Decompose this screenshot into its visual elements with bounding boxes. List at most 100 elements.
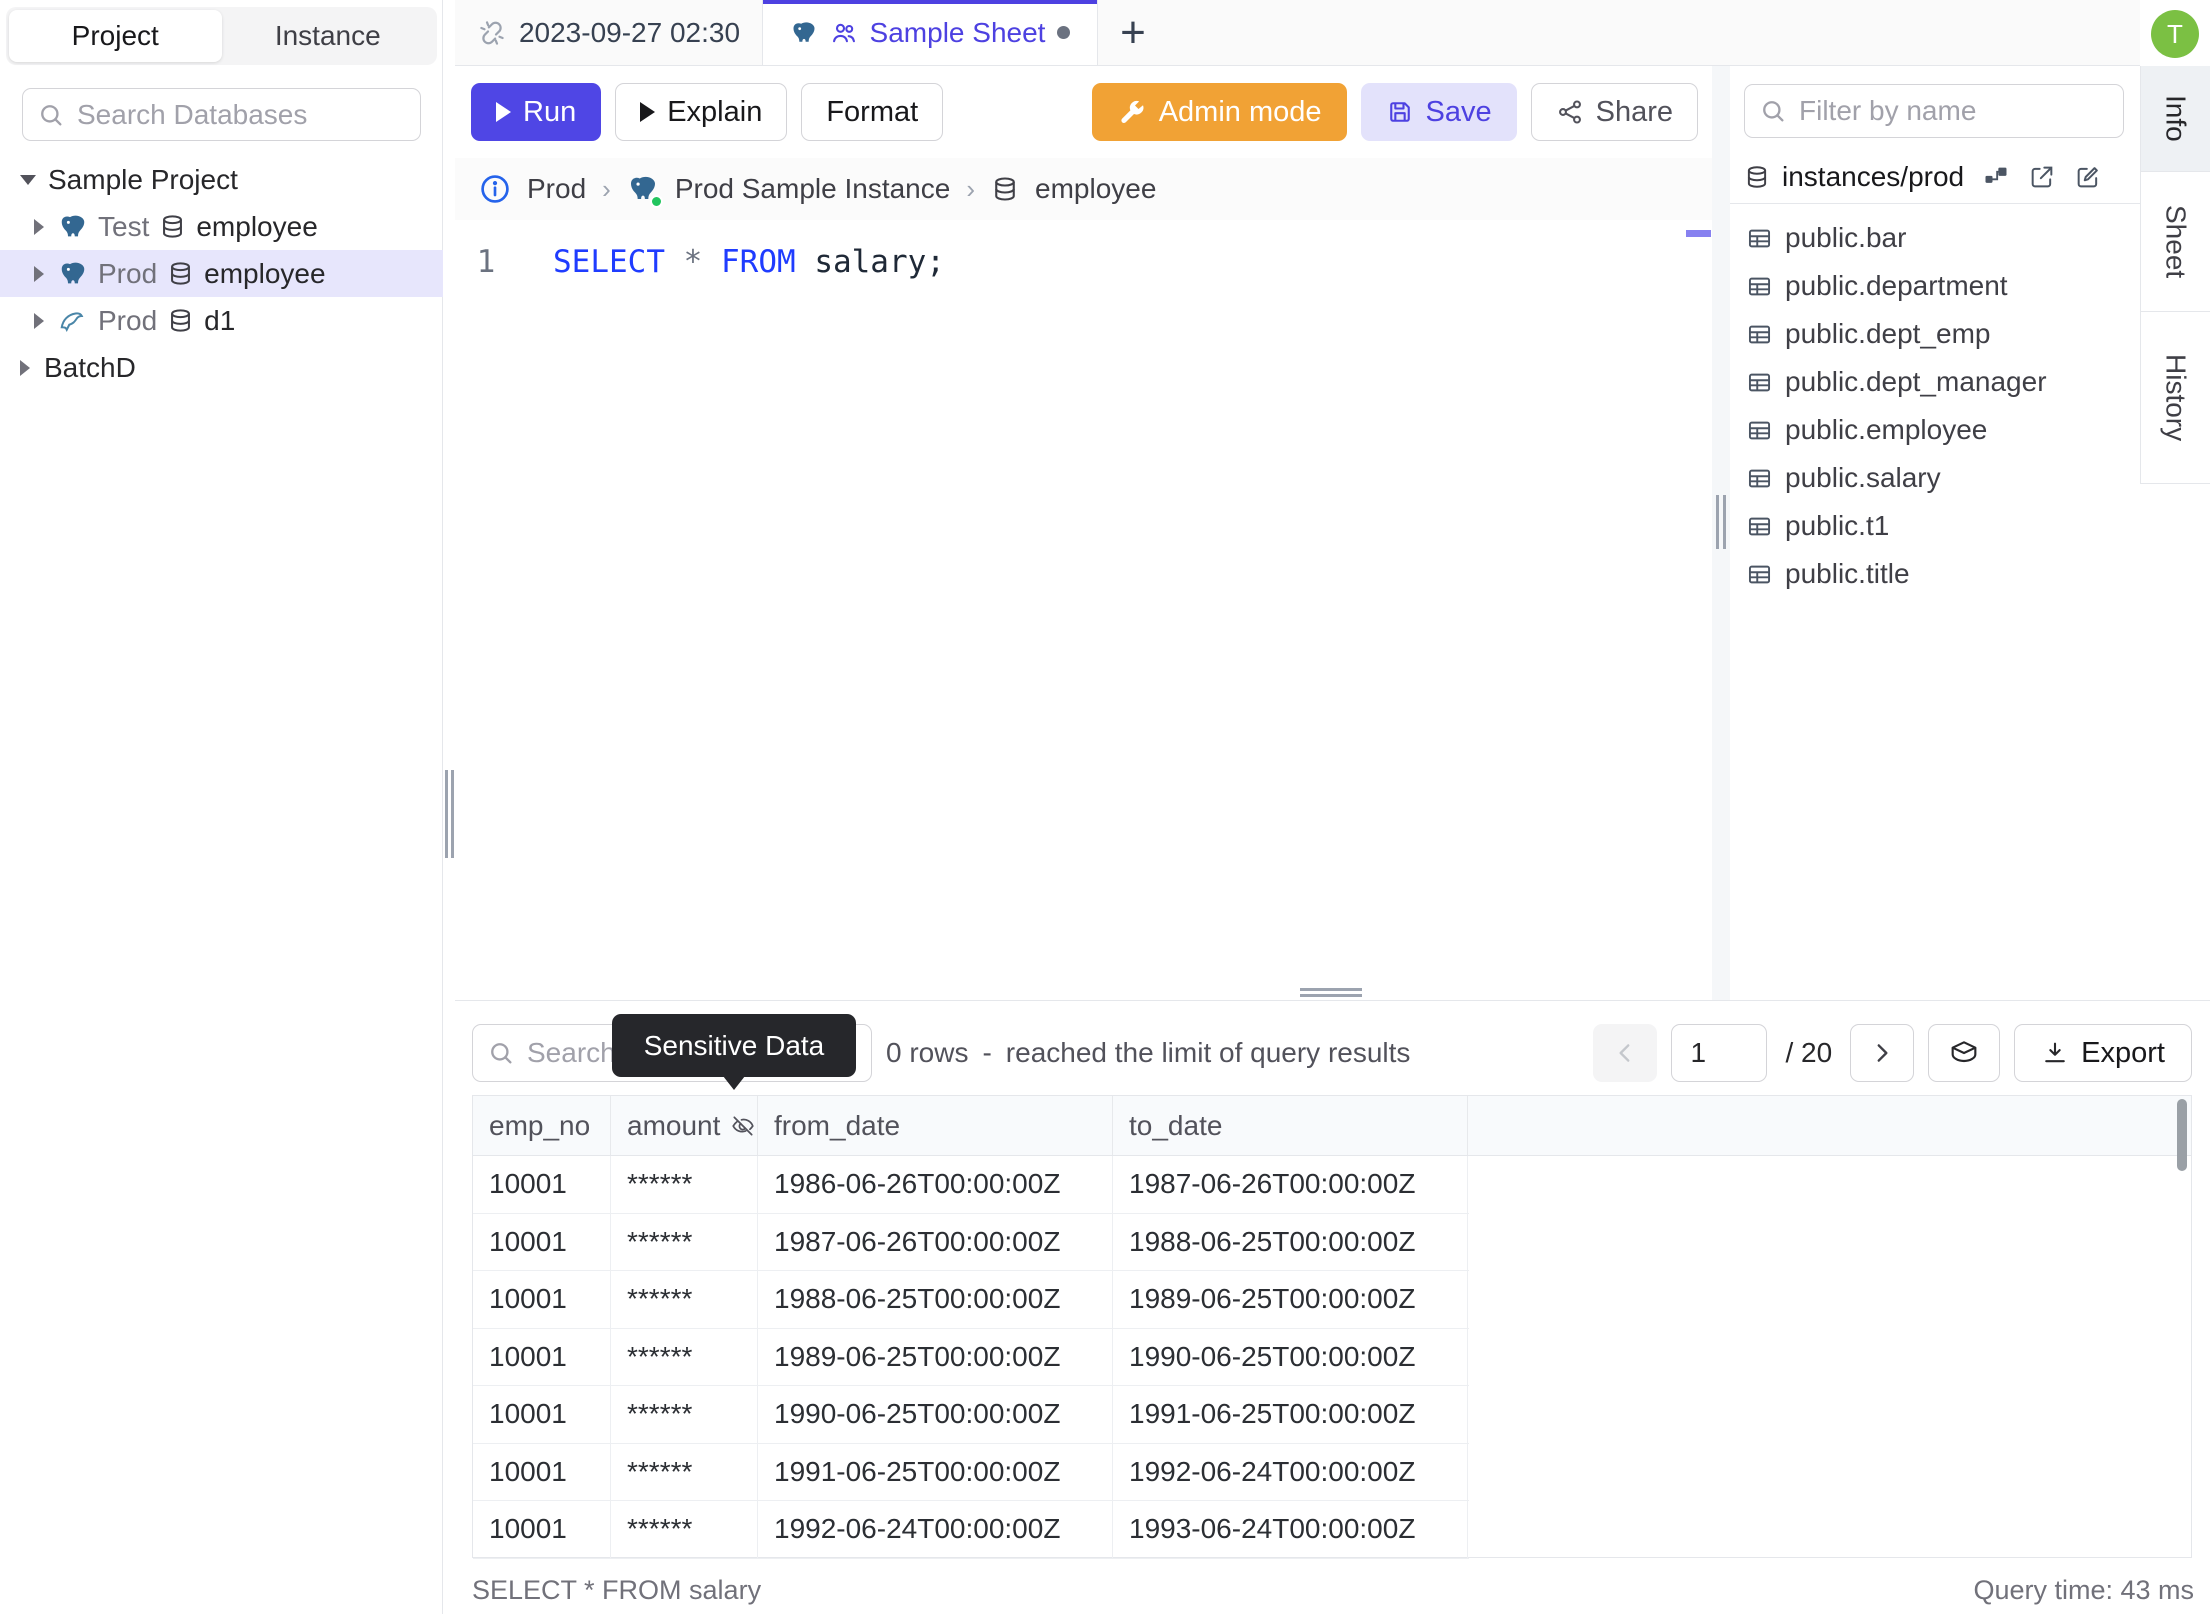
table-row[interactable]: 10001 ****** 1986-06-26T00:00:00Z 1987-0… <box>473 1156 1469 1214</box>
new-tab-button[interactable]: + <box>1098 0 1168 65</box>
table-row[interactable]: 10001 ****** 1992-06-24T00:00:00Z 1993-0… <box>473 1501 1469 1559</box>
sql-identifier: salary; <box>795 244 945 280</box>
cell-from-date: 1989-06-25T00:00:00Z <box>758 1328 1113 1385</box>
table-row[interactable]: 10001 ****** 1987-06-26T00:00:00Z 1988-0… <box>473 1213 1469 1271</box>
resize-handle-left-sidebar[interactable] <box>444 770 454 858</box>
schema-diagram-icon[interactable] <box>1982 163 2010 191</box>
breadcrumb-environment[interactable]: Prod <box>527 173 586 205</box>
instance-header: instances/prod <box>1730 150 2140 204</box>
avatar[interactable]: T <box>2151 10 2199 58</box>
tab-instance[interactable]: Instance <box>222 10 435 62</box>
table-list-item[interactable]: public.bar <box>1730 214 2140 262</box>
export-button[interactable]: Export <box>2014 1024 2192 1082</box>
resize-handle-results[interactable] <box>1300 988 1362 998</box>
external-link-icon[interactable] <box>2028 163 2056 191</box>
info-icon[interactable] <box>479 173 511 205</box>
admin-mode-button[interactable]: Admin mode <box>1091 83 1347 141</box>
cell-amount-masked: ****** <box>611 1501 758 1558</box>
table-icon <box>1746 513 1773 540</box>
postgres-icon <box>58 259 88 289</box>
postgres-icon <box>58 212 88 242</box>
chevron-right-icon <box>1869 1040 1895 1066</box>
limit-note: reached the limit of query results <box>1005 1037 1411 1068</box>
unlink-icon <box>477 18 507 48</box>
table-icon <box>1746 225 1773 252</box>
tab-info[interactable]: Info <box>2140 66 2210 172</box>
cell-emp-no: 10001 <box>473 1386 611 1443</box>
sql-editor[interactable]: 1 SELECT * FROM salary; <box>455 220 1712 1000</box>
share-icon <box>1556 98 1584 126</box>
format-button[interactable]: Format <box>801 83 944 141</box>
tab-history[interactable]: History <box>2140 312 2210 484</box>
database-search-input[interactable] <box>77 98 406 131</box>
run-button[interactable]: Run <box>471 83 602 141</box>
breadcrumb-database[interactable]: employee <box>1035 173 1156 205</box>
database-icon <box>159 213 186 240</box>
cell-amount-masked: ****** <box>611 1156 758 1213</box>
tab-adhoc-sheet[interactable]: 2023-09-27 02:30 <box>455 0 763 65</box>
resize-handle-right-sidebar[interactable] <box>1714 495 1728 549</box>
cell-to-date: 1988-06-25T00:00:00Z <box>1113 1213 1468 1270</box>
table-list-item[interactable]: public.t1 <box>1730 502 2140 550</box>
project-instance-switcher: Project Instance <box>6 7 437 65</box>
database-icon <box>1744 164 1770 190</box>
cell-emp-no: 10001 <box>473 1443 611 1500</box>
table-row[interactable]: 10001 ****** 1990-06-25T00:00:00Z 1991-0… <box>473 1386 1469 1444</box>
tree-item-batchd[interactable]: BatchD <box>0 344 443 391</box>
row-count: 0 rows <box>886 1037 969 1068</box>
breadcrumb-instance[interactable]: Prod Sample Instance <box>675 173 951 205</box>
table-name: public.title <box>1785 558 1910 589</box>
editor-panel: Run Explain Format Admin mode Save Share <box>455 66 1712 1000</box>
tree-item-sample-project[interactable]: Sample Project <box>0 156 443 203</box>
explain-button[interactable]: Explain <box>615 83 788 141</box>
table-list-item[interactable]: public.salary <box>1730 454 2140 502</box>
table-list-item[interactable]: public.employee <box>1730 406 2140 454</box>
tree-item-prod-employee[interactable]: Prod employee <box>0 250 443 297</box>
edit-icon[interactable] <box>2074 163 2102 191</box>
data-masking-button[interactable] <box>1928 1024 2001 1082</box>
query-time: Query time: 43 ms <box>1973 1575 2194 1605</box>
table-filter-input[interactable] <box>1799 95 2109 127</box>
mysql-icon <box>58 306 88 336</box>
cell-to-date: 1990-06-25T00:00:00Z <box>1113 1328 1468 1385</box>
cell-to-date: 1993-06-24T00:00:00Z <box>1113 1501 1468 1558</box>
column-header-masked[interactable]: amount <box>611 1096 758 1155</box>
cell-to-date: 1987-06-26T00:00:00Z <box>1113 1156 1468 1213</box>
table-list-item[interactable]: public.title <box>1730 550 2140 598</box>
tab-sample-sheet[interactable]: Sample Sheet <box>763 0 1098 65</box>
result-table: emp_no amount from_date to_date 10001 **… <box>472 1095 2192 1559</box>
page-number-input[interactable] <box>1671 1024 1768 1082</box>
table-name: public.t1 <box>1785 510 1890 541</box>
cell-amount-masked: ****** <box>611 1443 758 1500</box>
rows-info: 0 rows - reached the limit of query resu… <box>886 1037 1411 1068</box>
column-header[interactable]: to_date <box>1113 1096 1468 1155</box>
search-icon <box>1759 97 1787 125</box>
table-scrollbar[interactable] <box>2177 1099 2187 1171</box>
prev-page-button[interactable] <box>1593 1024 1658 1082</box>
rail-tabs: Info Sheet History <box>2140 66 2210 484</box>
chevron-right-icon: › <box>966 173 975 204</box>
share-button[interactable]: Share <box>1530 83 1698 141</box>
table-row[interactable]: 10001 ****** 1988-06-25T00:00:00Z 1989-0… <box>473 1271 1469 1329</box>
schema-sidebar: instances/prod public.bar public.departm… <box>1730 66 2140 1000</box>
cell-emp-no: 10001 <box>473 1213 611 1270</box>
save-button[interactable]: Save <box>1360 83 1517 141</box>
table-list-item[interactable]: public.department <box>1730 262 2140 310</box>
table-row[interactable]: 10001 ****** 1991-06-25T00:00:00Z 1992-0… <box>473 1443 1469 1501</box>
results-panel: 0 rows - reached the limit of query resu… <box>455 1000 2210 1614</box>
table-list-item[interactable]: public.dept_manager <box>1730 358 2140 406</box>
database-search <box>22 88 421 141</box>
tree-item-prod-d1[interactable]: Prod d1 <box>0 297 443 344</box>
tab-project[interactable]: Project <box>9 10 222 62</box>
column-header[interactable]: emp_no <box>473 1096 611 1155</box>
tree-item-test-employee[interactable]: Test employee <box>0 203 443 250</box>
table-row[interactable]: 10001 ****** 1989-06-25T00:00:00Z 1990-0… <box>473 1328 1469 1386</box>
column-header[interactable]: from_date <box>758 1096 1113 1155</box>
caret-right-icon <box>34 218 44 235</box>
cell-to-date: 1991-06-25T00:00:00Z <box>1113 1386 1468 1443</box>
table-list-item[interactable]: public.dept_emp <box>1730 310 2140 358</box>
next-page-button[interactable] <box>1850 1024 1915 1082</box>
masking-icon <box>1948 1037 1980 1069</box>
tab-sheet[interactable]: Sheet <box>2140 172 2210 312</box>
sql-keyword: SELECT <box>553 244 665 280</box>
